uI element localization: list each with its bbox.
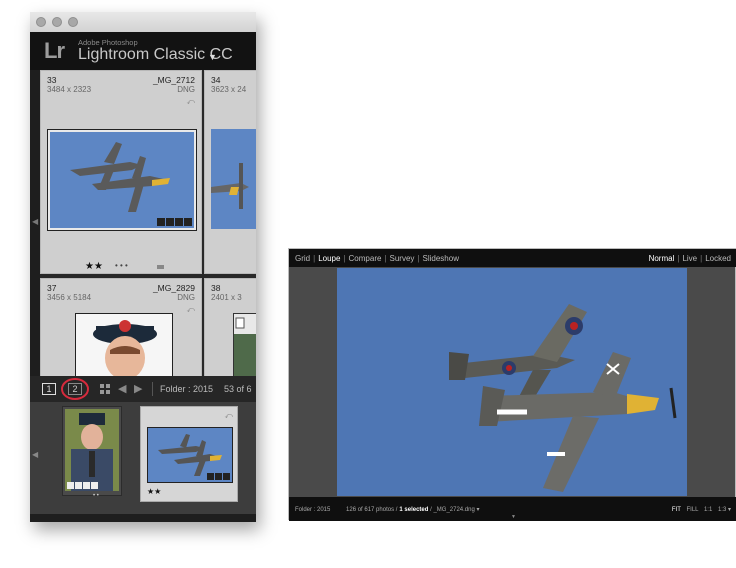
zoom-window-button[interactable] xyxy=(68,17,78,27)
crop-badge-icon[interactable] xyxy=(175,218,183,226)
filmstrip: ◀ • • ⤺ ★★ xyxy=(30,402,256,514)
portrait-graphic xyxy=(65,409,119,491)
flag-badge-icon[interactable] xyxy=(67,482,74,489)
rotate-icon[interactable]: ⤺ xyxy=(224,411,233,421)
aircraft-graphic xyxy=(211,163,249,209)
status-folder[interactable]: Folder : 2015 xyxy=(295,507,330,513)
tab-grid[interactable]: Grid xyxy=(295,254,310,263)
left-panel-toggle-icon[interactable]: ◀ xyxy=(32,217,38,227)
close-window-button[interactable] xyxy=(36,17,46,27)
status-left: Folder : 2015 126 of 617 photos /1 selec… xyxy=(295,506,480,513)
rating-dots[interactable]: • • • xyxy=(115,261,128,270)
thumbnail-image[interactable] xyxy=(50,132,194,228)
cell-index: 33 xyxy=(47,75,57,85)
rotate-icon[interactable]: ⤺ xyxy=(186,97,195,107)
cell-dimensions: 3623 x 24 xyxy=(211,85,247,94)
filmstrip-left-arrow-icon[interactable]: ◀ xyxy=(32,450,38,459)
badge-group xyxy=(157,218,192,226)
primary-window-button[interactable]: 1 xyxy=(42,383,56,395)
tab-compare[interactable]: Compare xyxy=(349,254,382,263)
develop-badge-icon[interactable] xyxy=(223,473,230,480)
comment-badge-icon[interactable] xyxy=(157,218,165,226)
collection-badge-icon[interactable] xyxy=(166,218,174,226)
grid-view: 33 _MG_2712 3484 x 2323 DNG ⤺ ★★ • • • 3… xyxy=(40,70,256,383)
portrait-graphic xyxy=(76,314,172,382)
crop-badge-icon[interactable] xyxy=(83,482,90,489)
grid-view-icon[interactable] xyxy=(100,384,110,394)
rating-dots[interactable]: • • xyxy=(93,493,99,499)
status-selected: 1 selected xyxy=(399,507,429,513)
tab-slideshow[interactable]: Slideshow xyxy=(423,254,459,263)
divider xyxy=(152,382,153,396)
thumbnail-image[interactable] xyxy=(75,313,173,383)
filmstrip-thumbnail[interactable] xyxy=(65,409,119,491)
secondary-display-window: ▲ Grid|Loupe|Compare|Survey|Slideshow No… xyxy=(288,248,736,521)
dropdown-caret-icon[interactable]: ▼ xyxy=(208,52,217,62)
view-mode-bar: Grid | Loupe | Compare | Survey | Slideshow Norm… xyxy=(289,249,736,267)
filmstrip-thumbnail[interactable] xyxy=(147,427,233,483)
cell-index: 37 xyxy=(47,283,57,293)
mode-locked[interactable]: Locked xyxy=(705,254,731,263)
cell-filename: _MG_2829 xyxy=(152,283,195,293)
grid-cell[interactable]: 38 2401 x 3 xyxy=(204,278,256,378)
badge-group xyxy=(207,473,230,480)
comment-badge-icon[interactable] xyxy=(75,482,82,489)
cell-index: 38 xyxy=(211,283,221,293)
photo-graphic xyxy=(234,317,256,378)
zoom-1-1[interactable]: 1:1 xyxy=(704,507,712,513)
comment-badge-icon[interactable] xyxy=(207,473,214,480)
rating-stars[interactable]: ★★ xyxy=(85,261,103,272)
view-tabs: Grid | Loupe | Compare | Survey | Slideshow xyxy=(295,254,459,263)
forward-arrow-icon[interactable]: ▶ xyxy=(134,382,142,395)
filmstrip-cell-selected[interactable]: ⤺ ★★ xyxy=(140,406,238,502)
minimize-window-button[interactable] xyxy=(52,17,62,27)
photo-count: 53 of 6 xyxy=(224,384,252,394)
folder-label[interactable]: Folder : 2015 xyxy=(160,384,213,394)
cell-extension: DNG xyxy=(177,85,195,94)
cell-extension: DNG xyxy=(177,293,195,302)
zoom-fit[interactable]: FIT xyxy=(672,507,681,513)
cell-dimensions: 3456 x 5184 xyxy=(47,293,92,302)
cell-dimensions: 3484 x 2323 xyxy=(47,85,92,94)
cell-index: 34 xyxy=(211,75,221,85)
thumbnail-image[interactable] xyxy=(233,313,256,378)
highlight-circle xyxy=(61,378,89,400)
filmstrip-cell[interactable]: • • xyxy=(62,406,122,499)
mode-live[interactable]: Live xyxy=(682,254,697,263)
rating-stars[interactable]: ★★ xyxy=(147,487,161,496)
rotate-icon[interactable]: ⤺ xyxy=(186,305,195,315)
grid-cell[interactable]: 34 3623 x 24 xyxy=(204,70,256,274)
loupe-image[interactable] xyxy=(337,268,687,496)
status-photo-count: 126 of 617 photos / xyxy=(346,507,398,513)
aircraft-graphic xyxy=(337,268,687,496)
develop-badge-icon[interactable] xyxy=(184,218,192,226)
cell-filename: _MG_2712 xyxy=(152,75,195,85)
mode-normal[interactable]: Normal xyxy=(649,254,675,263)
lr-logo-icon: Lr xyxy=(44,38,65,63)
zoom-fill[interactable]: FILL xyxy=(686,507,698,513)
identity-plate: Lr Adobe Photoshop Lightroom Classic CC … xyxy=(30,32,256,70)
loupe-mode-tabs: Normal | Live | Locked xyxy=(648,254,731,263)
collection-badge-icon[interactable] xyxy=(215,473,222,480)
lightroom-window: Lr Adobe Photoshop Lightroom Classic CC … xyxy=(30,12,256,522)
toolbar: 1 2 ◀ ▶ Folder : 2015 53 of 6 xyxy=(30,376,256,402)
status-filename[interactable]: / _MG_2724.dng ▾ xyxy=(430,507,479,513)
bottom-panel-toggle-icon[interactable]: ▼ xyxy=(511,514,516,520)
thumbnail-frame xyxy=(47,129,197,231)
aircraft-graphic xyxy=(70,142,170,212)
title-bar xyxy=(30,12,256,32)
grid-cell[interactable]: 33 _MG_2712 3484 x 2323 DNG ⤺ ★★ • • • xyxy=(40,70,202,274)
develop-badge-icon[interactable] xyxy=(91,482,98,489)
tab-loupe[interactable]: Loupe xyxy=(318,254,340,263)
zoom-options: FIT FILL 1:1 1:3 ▾ xyxy=(672,506,731,513)
thumbnail-image[interactable] xyxy=(211,129,256,229)
grid-cell[interactable]: 37 _MG_2829 3456 x 5184 DNG ⤺ xyxy=(40,278,202,383)
zoom-custom[interactable]: 1:3 ▾ xyxy=(718,507,731,513)
badge-group xyxy=(67,482,98,489)
back-arrow-icon[interactable]: ◀ xyxy=(118,382,126,395)
status-bar: Folder : 2015 126 of 617 photos /1 selec… xyxy=(289,497,736,521)
color-label-icon[interactable] xyxy=(157,265,164,269)
cell-dimensions: 2401 x 3 xyxy=(211,293,242,302)
tab-survey[interactable]: Survey xyxy=(390,254,415,263)
